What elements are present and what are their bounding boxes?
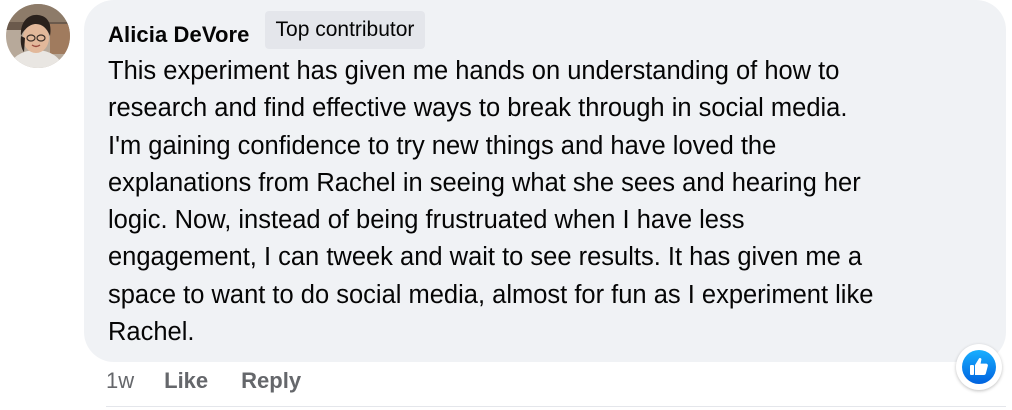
comment: Alicia DeVore Top contributor This exper… [0,0,1012,410]
top-contributor-badge[interactable]: Top contributor [264,11,426,49]
comment-text: This experiment has given me hands on un… [108,57,874,347]
comment-header: Alicia DeVore Top contributor [108,11,426,49]
avatar-image [6,4,70,68]
comment-actions: 1w Like Reply [106,368,301,394]
like-reaction-icon [962,350,996,384]
reaction-summary[interactable] [956,344,1002,390]
comment-timestamp[interactable]: 1w [106,368,134,394]
reply-button[interactable]: Reply [241,368,301,394]
comment-bubble: Alicia DeVore Top contributor This exper… [84,0,1006,362]
author-name[interactable]: Alicia DeVore [108,22,250,48]
avatar[interactable] [6,4,70,68]
divider [106,406,1006,407]
like-button[interactable]: Like [164,368,208,394]
